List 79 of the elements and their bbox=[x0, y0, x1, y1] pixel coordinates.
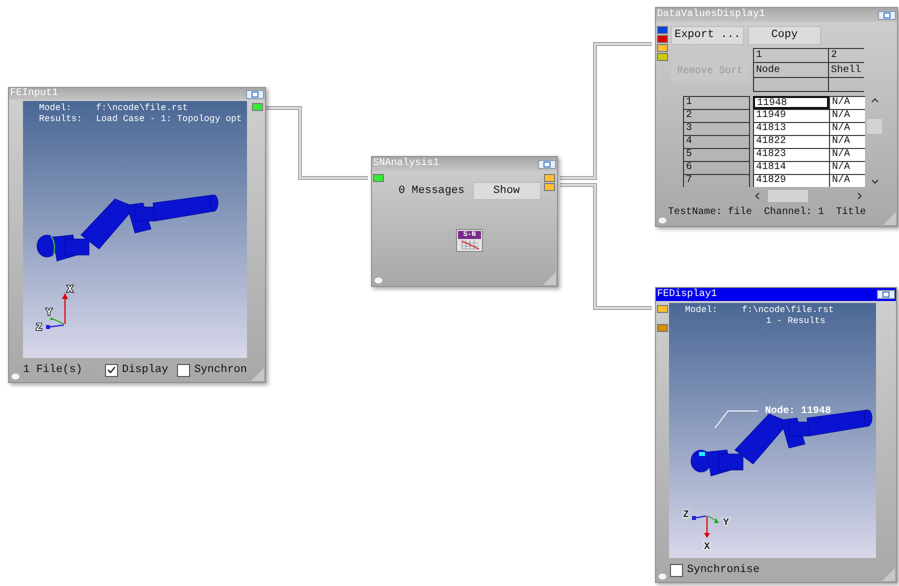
restore-icon[interactable] bbox=[877, 290, 895, 299]
3d-viewport[interactable]: Model: f:\ncode\file.rst Results: Load Case - 1: Topology opt X Y Z bbox=[23, 101, 247, 358]
table-cell[interactable]: N/A bbox=[829, 122, 865, 135]
table-cell[interactable]: 11948 bbox=[753, 96, 829, 109]
table-cell[interactable]: 11949 bbox=[753, 109, 829, 122]
table-cell[interactable]: 41829 bbox=[753, 174, 829, 187]
row-header[interactable]: 3 bbox=[683, 122, 750, 135]
window-title: FEInput1 bbox=[10, 88, 58, 100]
table-cell[interactable]: N/A bbox=[829, 96, 865, 109]
axis-label: Y bbox=[723, 518, 730, 529]
checkbox[interactable]: Display bbox=[104, 362, 168, 378]
row-header[interactable]: 5 bbox=[683, 148, 750, 161]
info-label: Results: bbox=[39, 114, 82, 124]
window-title: SNAnalysis1 bbox=[373, 158, 440, 170]
axis-label: X bbox=[704, 542, 710, 552]
table-cell[interactable]: N/A bbox=[829, 109, 865, 122]
port-connector[interactable] bbox=[373, 174, 384, 182]
row-header[interactable]: 7 bbox=[683, 174, 750, 187]
table-cell[interactable]: 41813 bbox=[753, 122, 829, 135]
row-header[interactable]: 4 bbox=[683, 135, 750, 148]
scroll-thumb[interactable] bbox=[867, 119, 882, 134]
message-count: 0 Messages bbox=[398, 184, 464, 199]
info-value: Load Case - 1: Topology opt bbox=[96, 114, 242, 125]
3d-viewport[interactable]: Model: f:\ncode\file.rst 1 - Results Node: 11948 X Y Z bbox=[669, 303, 876, 558]
status-text: TestName: file Channel: 1 Title bbox=[668, 206, 866, 220]
resize-grip-icon[interactable] bbox=[251, 368, 264, 381]
resize-grip-icon[interactable] bbox=[543, 272, 556, 285]
port-connector[interactable] bbox=[657, 53, 668, 61]
file-count: 1 File(s) bbox=[23, 362, 84, 378]
window-title: FEDisplay1 bbox=[657, 288, 718, 300]
window-title: DataValuesDisplay1 bbox=[657, 9, 766, 21]
port-connector[interactable] bbox=[252, 103, 263, 111]
node-label: Node: 11948 bbox=[765, 404, 832, 419]
port-connector[interactable] bbox=[657, 305, 668, 313]
axis-label: Y bbox=[46, 308, 52, 319]
window-title-bar[interactable]: FEDisplay1 bbox=[656, 288, 896, 301]
info-value: f:\ncode\file.rst bbox=[96, 103, 188, 114]
resize-grip-icon[interactable] bbox=[882, 568, 895, 581]
status-dot-icon bbox=[658, 217, 667, 224]
column-index: 2 bbox=[829, 49, 864, 63]
show-button[interactable]: Show bbox=[472, 182, 540, 200]
table-cell[interactable]: N/A bbox=[829, 161, 865, 174]
scroll-thumb[interactable] bbox=[768, 190, 808, 202]
restore-icon[interactable] bbox=[538, 160, 556, 168]
toolbar-button[interactable]: Copy bbox=[748, 26, 821, 45]
status-dot-icon bbox=[374, 277, 383, 284]
table-cell[interactable]: N/A bbox=[829, 148, 865, 161]
info-label: Model: bbox=[39, 103, 72, 113]
checkmark-icon bbox=[106, 366, 116, 374]
resize-grip-icon[interactable] bbox=[883, 212, 896, 225]
checkbox[interactable]: Synchronise bbox=[670, 562, 760, 578]
axis-label: Z bbox=[683, 510, 690, 521]
table-cell[interactable]: 41822 bbox=[753, 135, 829, 148]
table-cell[interactable]: N/A bbox=[829, 174, 865, 187]
axis-label: Z bbox=[36, 323, 42, 332]
row-header[interactable]: 2 bbox=[683, 109, 750, 122]
port-connector[interactable] bbox=[657, 324, 668, 332]
table-cell[interactable]: 41814 bbox=[753, 161, 829, 174]
info-label: Model: bbox=[685, 305, 718, 315]
status-dot-icon bbox=[11, 373, 20, 380]
column-index: 1 bbox=[754, 49, 828, 63]
row-header[interactable]: 1 bbox=[683, 96, 750, 109]
info-value: f:\ncode\file.rst bbox=[742, 305, 834, 316]
port-connector[interactable] bbox=[657, 44, 668, 52]
status-dot-icon bbox=[658, 573, 667, 580]
table-cell[interactable]: 41823 bbox=[753, 148, 829, 161]
restore-icon[interactable] bbox=[246, 90, 264, 98]
table-cell[interactable]: N/A bbox=[829, 135, 865, 148]
port-connector[interactable] bbox=[657, 26, 668, 34]
column-header[interactable]: Shell bbox=[829, 63, 864, 78]
axis-label: X bbox=[67, 285, 74, 296]
restore-icon[interactable] bbox=[878, 10, 896, 20]
row-header[interactable]: 6 bbox=[683, 161, 750, 174]
column-header[interactable]: Node bbox=[754, 63, 828, 78]
checkbox[interactable]: Synchron bbox=[177, 362, 247, 378]
port-connector[interactable] bbox=[544, 174, 555, 182]
toolbar-button[interactable]: Export ... bbox=[671, 26, 744, 45]
port-connector[interactable] bbox=[544, 183, 555, 191]
info-value: 1 - Results bbox=[765, 316, 826, 327]
